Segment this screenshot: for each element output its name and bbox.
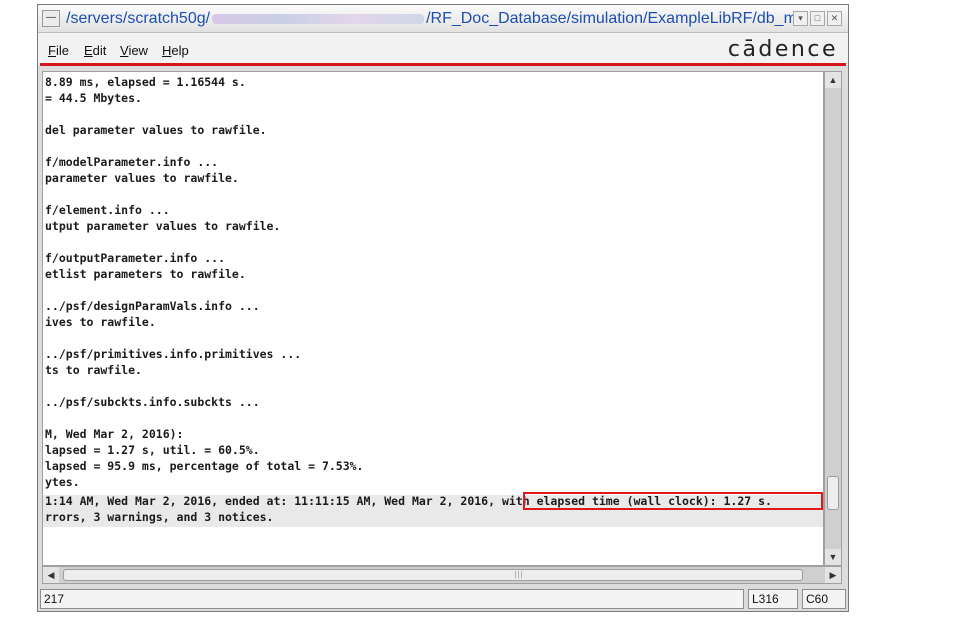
log-line: = 44.5 Mbytes. [45,91,142,105]
log-line: ../psf/designParamVals.info ... [45,299,260,313]
status-bar: 217 L316 C60 [38,585,848,611]
minimize-icon: ▾ [798,13,803,23]
window-menu-button[interactable]: — [42,10,60,27]
close-icon: ✕ [830,13,839,23]
menubar-divider [40,63,846,66]
log-line: rrors, 3 warnings, and 3 notices. [45,510,274,524]
vertical-scroll-thumb[interactable] [827,476,839,510]
title-path-end: /RF_Doc_Database/simulation/ExampleLibRF… [426,10,796,27]
window-title: /servers/scratch50g/ /RF_Doc_Database/sim… [66,9,796,29]
log-text-area[interactable]: 8.89 ms, elapsed = 1.16544 s. = 44.5 Mby… [42,71,824,566]
menu-edit[interactable]: Edit [84,43,106,58]
log-line: f/element.info ... [45,203,170,217]
log-line: utput parameter values to rawfile. [45,219,281,233]
horizontal-scroll-thumb[interactable]: ||| [63,569,803,581]
log-line: lapsed = 1.27 s, util. = 60.5%. [45,443,260,457]
line-number-indicator: L316 [748,589,798,609]
column-number-indicator: C60 [802,589,846,609]
arrow-up-icon: ▲ [828,75,838,85]
vertical-scrollbar[interactable]: ▲ ▼ [824,71,842,566]
status-message: 217 [40,589,744,609]
log-line: ives to rawfile. [45,315,156,329]
log-line: parameter values to rawfile. [45,171,239,185]
log-viewer-window: — /servers/scratch50g/ /RF_Doc_Database/s… [37,4,849,612]
maximize-icon: □ [814,13,821,23]
log-line: f/outputParameter.info ... [45,251,226,265]
arrow-left-icon: ◀ [47,570,55,580]
log-line: lapsed = 95.9 ms, percentage of total = … [45,459,364,473]
menu-help[interactable]: Help [162,43,189,58]
log-line: etlist parameters to rawfile. [45,267,246,281]
close-button[interactable]: ✕ [827,11,842,26]
log-line: ts to rawfile. [45,363,142,377]
log-line: 8.89 ms, elapsed = 1.16544 s. [45,75,246,89]
log-line: ../psf/primitives.info.primitives ... [45,347,302,361]
scroll-right-button[interactable]: ▶ [825,567,841,583]
log-line: M, Wed Mar 2, 2016): [45,427,184,441]
minimize-button[interactable]: ▾ [793,11,808,26]
cadence-logo: cādence [727,37,838,62]
log-line: ytes. [45,475,80,489]
menu-bar: File Edit View Help cādence [38,33,848,65]
menu-file[interactable]: File [48,43,69,58]
log-line: f/modelParameter.info ... [45,155,219,169]
maximize-button[interactable]: □ [810,11,825,26]
log-line: ../psf/subckts.info.subckts ... [45,395,260,409]
arrow-down-icon: ▼ [828,552,838,562]
arrow-right-icon: ▶ [829,570,837,580]
title-bar[interactable]: — /servers/scratch50g/ /RF_Doc_Database/s… [38,5,848,33]
redacted-path-segment [212,13,425,24]
elapsed-time-callout-box [523,492,823,510]
log-line: del parameter values to rawfile. [45,123,267,137]
horizontal-scrollbar[interactable]: ◀ ||| ▶ [42,566,842,584]
scroll-left-button[interactable]: ◀ [43,567,59,583]
scroll-up-button[interactable]: ▲ [825,72,841,88]
title-path-start: /servers/scratch50g/ [66,10,211,27]
menu-view[interactable]: View [120,43,148,58]
scroll-down-button[interactable]: ▼ [825,549,841,565]
grip-icon: ||| [514,570,524,579]
